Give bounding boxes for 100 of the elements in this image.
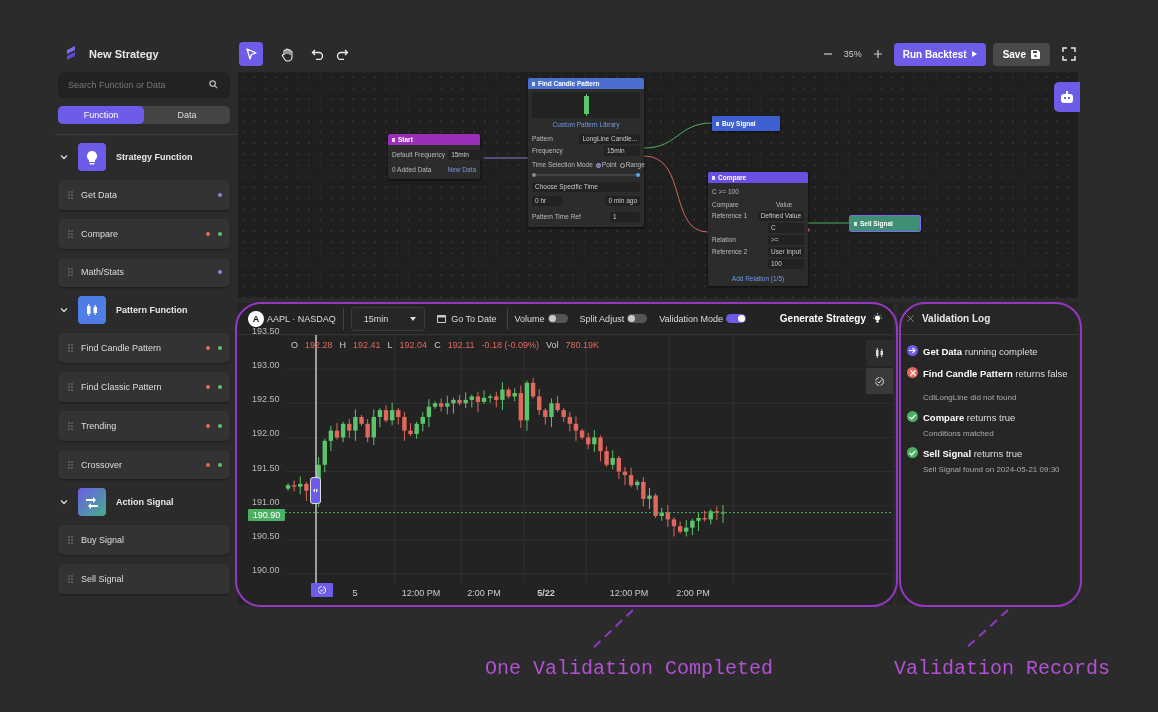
y-axis-label: 193.00 <box>252 360 280 371</box>
ohlc-key: H <box>339 340 347 350</box>
drag-handle-icon <box>68 229 73 238</box>
chevron-icon[interactable] <box>60 306 68 315</box>
error-icon <box>907 367 918 378</box>
robot-icon[interactable] <box>1054 82 1080 112</box>
drag-handle-icon <box>68 344 73 353</box>
drag-handle-icon <box>68 190 73 199</box>
generate-strategy-button[interactable]: Generate Strategy <box>779 313 883 324</box>
leader-line <box>590 609 634 651</box>
lightbulb-icon <box>78 143 106 171</box>
toggle-switch[interactable] <box>627 314 648 323</box>
strategy-canvas[interactable] <box>238 72 1078 298</box>
section-title: Action Signal <box>116 497 174 508</box>
sidebar-tab[interactable]: Data <box>144 106 230 124</box>
ohlc-value: 192.04 <box>399 340 428 350</box>
log-detail: CdlLongLine did not found <box>923 393 1018 402</box>
function-item[interactable]: Compare <box>58 218 230 249</box>
grip-icon <box>854 221 857 226</box>
function-item[interactable]: Math/Stats <box>58 257 230 288</box>
y-axis-label: 193.50 <box>252 326 280 336</box>
annotation-caption: Validation Records <box>894 657 1111 680</box>
caret-icon <box>410 316 417 321</box>
x-axis-label: 2:00 PM <box>467 588 501 598</box>
sidebar-tab[interactable]: Function <box>58 106 144 124</box>
annotation-caption: One Validation Completed <box>485 657 774 680</box>
grip-icon <box>716 121 719 126</box>
close-icon[interactable] <box>907 315 914 322</box>
refresh-check-icon[interactable] <box>866 368 893 394</box>
drag-handle-icon <box>68 536 73 545</box>
log-detail: Conditions matched <box>923 429 995 438</box>
panel-title: Validation Log <box>922 313 991 324</box>
drag-handle-icon <box>68 383 73 391</box>
toggle-switch[interactable] <box>726 314 746 323</box>
y-axis-label: 192.00 <box>252 428 280 439</box>
function-item[interactable]: Sell Signal <box>58 564 230 595</box>
toggle-label: Validation Mode <box>659 313 723 324</box>
x-axis-label: 5/22 <box>537 588 555 598</box>
zoom-in-icon[interactable] <box>873 50 882 58</box>
drag-handle-icon <box>68 421 73 430</box>
arrow-icon <box>907 345 918 356</box>
price-tag: 190.90 <box>248 508 285 521</box>
refresh-check-icon[interactable] <box>311 583 333 597</box>
zoom-level: 35% <box>843 49 862 59</box>
go-to-date-button[interactable]: Go To Date <box>437 313 497 324</box>
x-axis-label: 12:00 PM <box>401 588 441 598</box>
function-item[interactable]: Crossover <box>58 449 230 480</box>
volume-value: 780.19K <box>565 340 600 350</box>
app-title: New Strategy <box>89 48 159 60</box>
x-axis-label: 12:00 PM <box>609 588 649 598</box>
slider-thumb[interactable] <box>532 173 536 177</box>
zoom-out-icon[interactable] <box>823 50 832 58</box>
connector-line <box>805 222 851 224</box>
toggle-label: Volume <box>514 313 545 324</box>
check-icon <box>907 447 918 458</box>
redo-icon[interactable] <box>336 48 349 60</box>
section-title: Strategy Function <box>116 152 193 162</box>
symbol-label: AAPL · NASDAQ <box>267 313 336 324</box>
toggle-switch[interactable] <box>547 314 568 323</box>
function-item[interactable]: Find Candle Pattern <box>58 333 230 364</box>
y-axis-label: 192.50 <box>252 394 280 405</box>
ohlc-value: 192.11 <box>447 340 475 350</box>
undo-icon[interactable] <box>311 48 324 60</box>
function-item[interactable]: Trending <box>58 410 230 441</box>
function-item[interactable]: Find Classic Pattern <box>58 372 230 402</box>
chevron-icon[interactable] <box>60 498 68 507</box>
function-item[interactable]: Get Data <box>58 180 230 210</box>
y-axis-label: 191.00 <box>252 496 280 507</box>
x-axis-label: 2:00 PM <box>676 588 710 598</box>
logo-icon <box>65 46 77 62</box>
toggle-label: Split Adjust <box>579 313 625 324</box>
swap-arrows-icon <box>78 488 106 517</box>
grip-icon <box>392 137 395 142</box>
candlestick-chart[interactable] <box>285 335 893 583</box>
drag-handle-icon <box>68 575 73 584</box>
pointer-icon[interactable] <box>239 42 263 66</box>
save-button[interactable]: Save <box>992 42 1050 66</box>
price-change: -0.18 (-0.09%) <box>481 340 539 350</box>
fullscreen-icon[interactable] <box>1062 47 1076 61</box>
connector-line <box>643 122 713 149</box>
drag-handle-icon <box>68 268 73 277</box>
log-message: Compare returns true <box>923 411 1016 424</box>
y-axis-label: 191.50 <box>252 462 280 473</box>
log-message: Find Candle Pattern returns false <box>923 367 1068 380</box>
y-axis-label: 190.00 <box>252 565 280 576</box>
function-item[interactable]: Buy Signal <box>58 525 230 556</box>
candlestick-icon[interactable] <box>866 340 893 366</box>
log-message: Sell Signal returns true <box>923 447 1024 460</box>
volume-key: Vol <box>546 340 559 350</box>
cursor-handle[interactable] <box>310 477 321 504</box>
symbol-badge: A <box>248 310 264 327</box>
run-backtest-button[interactable]: Run Backtest <box>893 42 986 66</box>
slider-thumb[interactable] <box>636 173 640 177</box>
interval-dropdown[interactable]: 15min <box>350 306 426 331</box>
search-field[interactable]: Search Function or Data <box>58 72 230 98</box>
log-detail: Sell Signal found on 2024-05-21 09:30 <box>923 465 1060 474</box>
candlestick-icon <box>78 296 106 325</box>
section-title: Pattern Function <box>116 305 188 316</box>
lightbulb-icon <box>872 313 883 324</box>
chevron-icon[interactable] <box>60 153 68 161</box>
